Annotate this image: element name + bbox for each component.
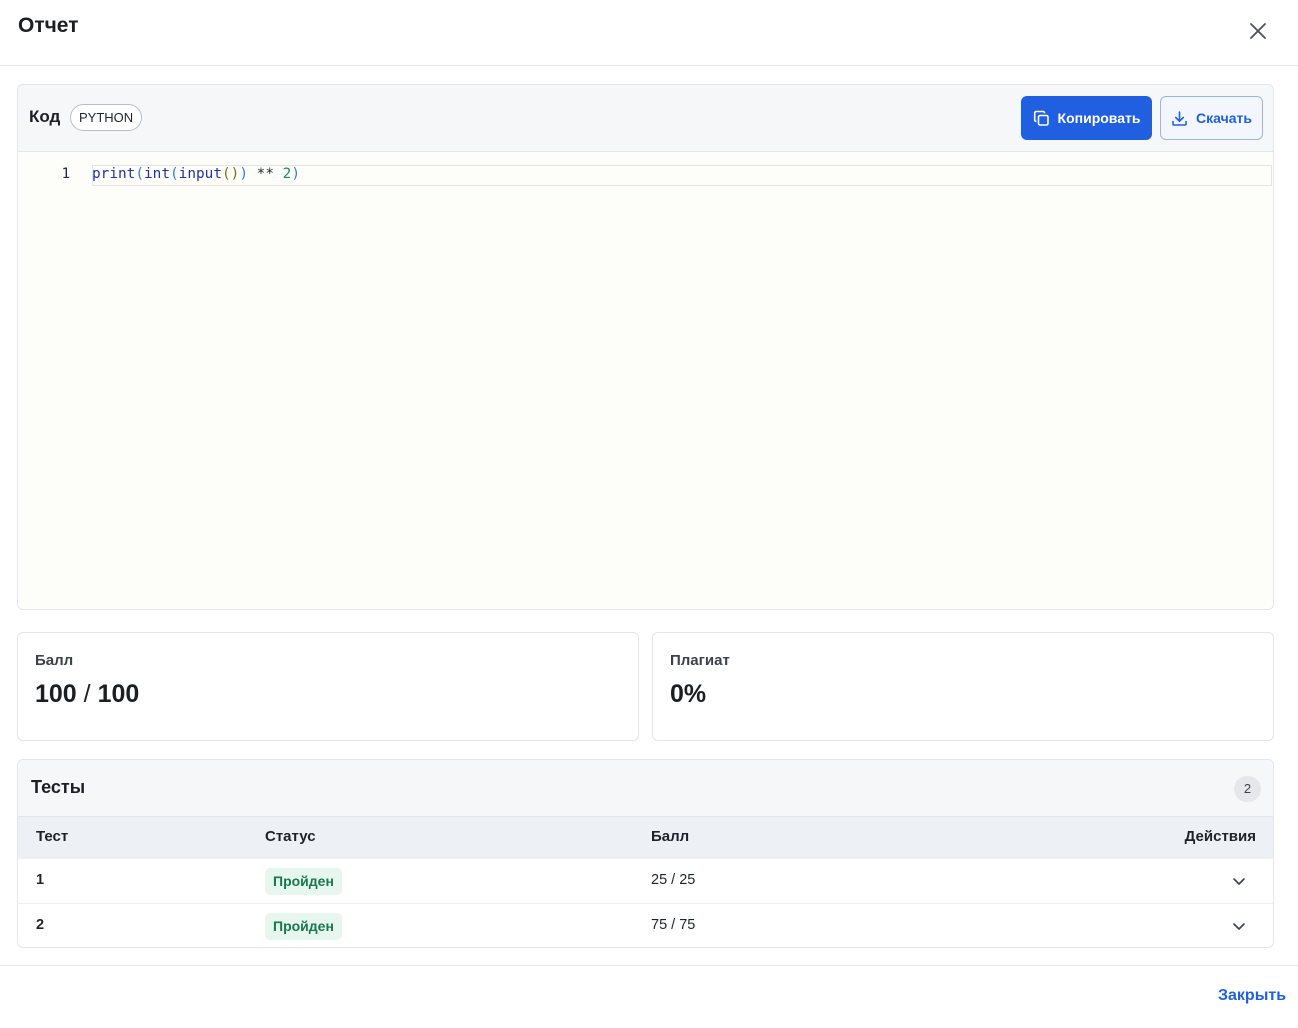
test-number: 1	[36, 872, 45, 888]
score-label: Балл	[35, 652, 74, 669]
score-earned: 100	[35, 680, 77, 708]
test-score: 25 / 25	[651, 872, 696, 888]
score-max: 100	[97, 680, 140, 708]
tests-count-badge: 2	[1234, 776, 1261, 802]
column-header-test: Тест	[36, 828, 69, 845]
chevron-down-icon[interactable]	[1231, 918, 1247, 934]
plagiarism-label: Плагиат	[670, 652, 730, 669]
tests-title: Тесты	[31, 777, 86, 797]
table-header: Тест Статус Балл Действия	[18, 817, 1273, 858]
table-row: 2 Пройден 75 / 75	[18, 903, 1273, 947]
plagiarism-card: Плагиат 0%	[652, 632, 1274, 741]
copy-button-label: Копировать	[1057, 110, 1141, 126]
score-separator: /	[83, 680, 91, 708]
download-button[interactable]: Скачать	[1160, 96, 1263, 140]
copy-button[interactable]: Копировать	[1021, 96, 1152, 140]
column-header-score: Балл	[651, 828, 690, 845]
code-panel: Код PYTHON Копировать Скачать 1 print(in…	[17, 84, 1274, 610]
tests-header: Тесты 2	[18, 760, 1273, 817]
code-label: Код	[29, 107, 61, 126]
status-badge: Пройден	[265, 868, 342, 895]
chevron-down-icon[interactable]	[1231, 873, 1247, 889]
language-badge: PYTHON	[70, 104, 143, 131]
modal-footer: Закрыть	[0, 965, 1298, 1028]
plagiarism-value: 0%	[670, 680, 707, 708]
close-button[interactable]: Закрыть	[1218, 987, 1286, 1005]
test-number: 2	[36, 917, 45, 933]
download-icon	[1172, 110, 1187, 126]
score-value: 100 / 100	[35, 680, 139, 709]
code-line: print(int(input()) ** 2)	[92, 166, 300, 182]
code-editor[interactable]: 1 print(int(input()) ** 2)	[18, 152, 1273, 609]
close-icon[interactable]	[1247, 20, 1269, 42]
line-number: 1	[61, 166, 70, 182]
status-badge: Пройден	[265, 913, 342, 940]
table-row: 1 Пройден 25 / 25	[18, 858, 1273, 903]
column-header-status: Статус	[265, 828, 316, 845]
column-header-actions: Действия	[1184, 828, 1256, 845]
tests-panel: Тесты 2 Тест Статус Балл Действия 1 Прой…	[17, 759, 1274, 948]
code-toolbar: Код PYTHON Копировать Скачать	[18, 85, 1273, 152]
download-button-label: Скачать	[1196, 110, 1252, 126]
test-score: 75 / 75	[651, 917, 696, 933]
modal-header: Отчет	[0, 0, 1298, 66]
modal-title: Отчет	[18, 14, 79, 37]
score-card: Балл 100 / 100	[17, 632, 639, 741]
copy-icon	[1033, 110, 1049, 126]
